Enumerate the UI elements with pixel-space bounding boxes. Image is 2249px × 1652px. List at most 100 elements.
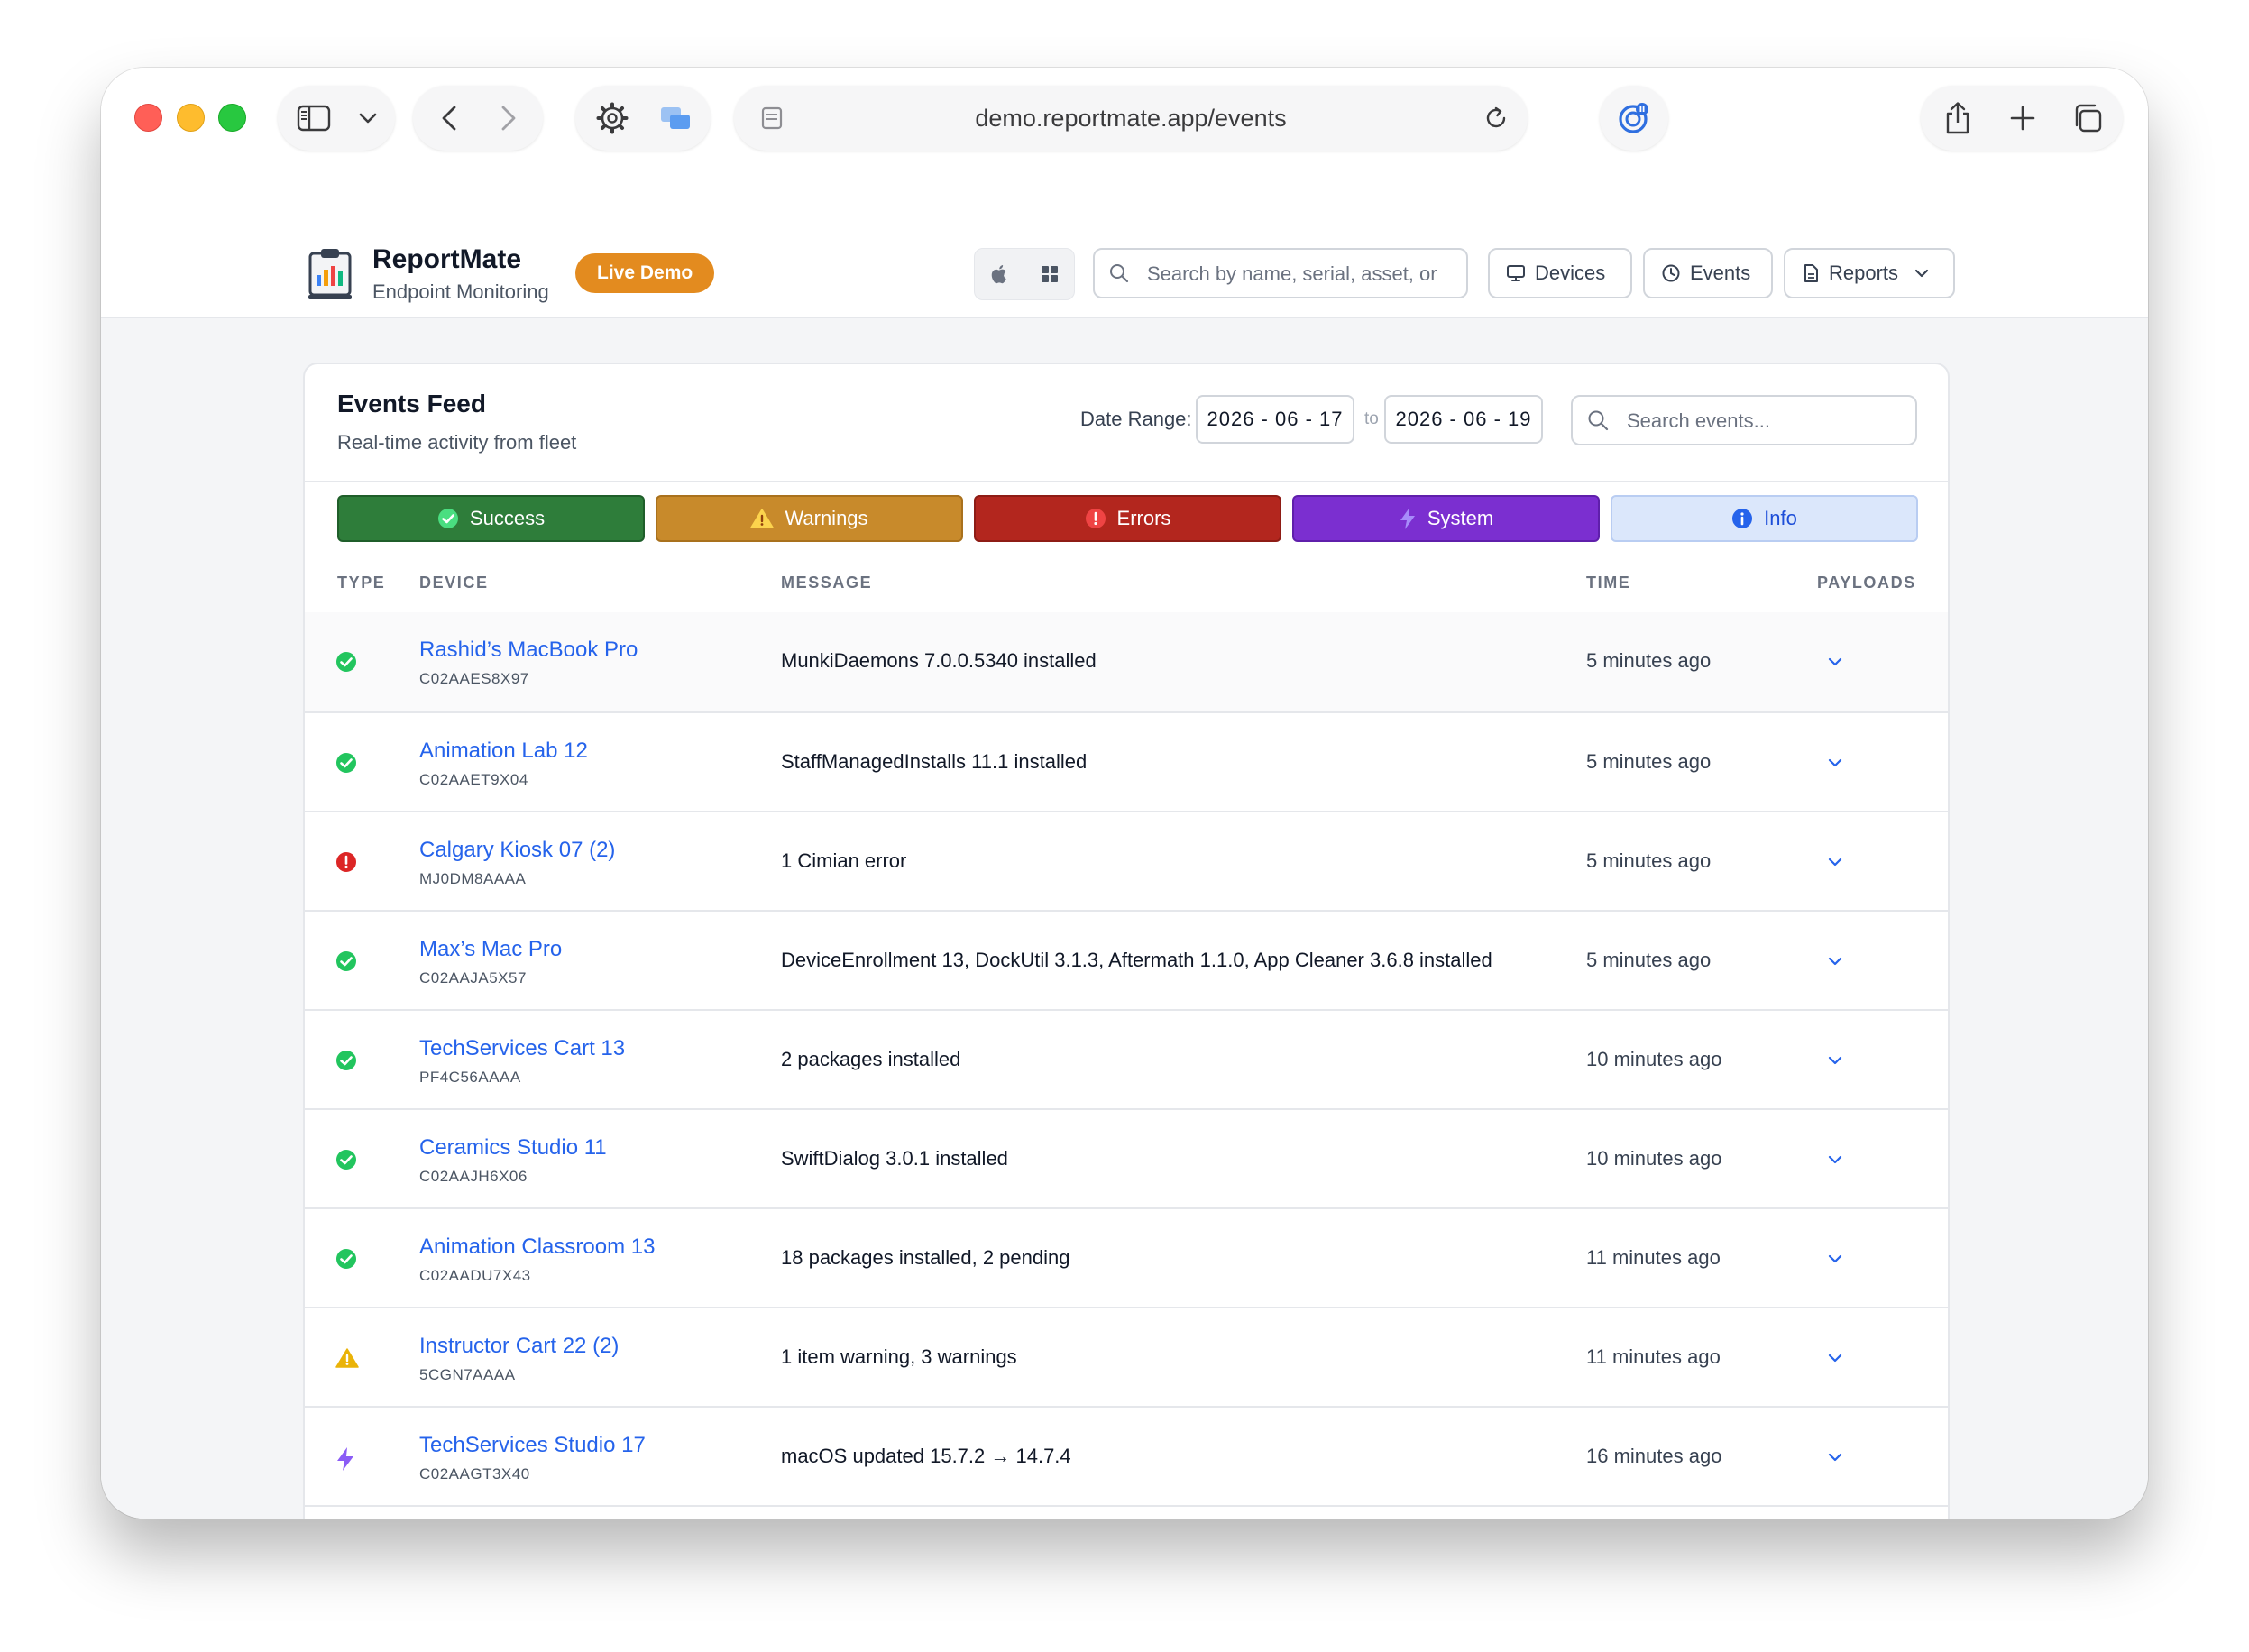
device-serial: C02AADU7X43 <box>419 1267 531 1284</box>
expand-payload-chevron-icon[interactable] <box>1825 1447 1845 1467</box>
check-circle-icon <box>437 509 458 528</box>
share-button[interactable] <box>1926 86 1989 151</box>
device-link[interactable]: Instructor Cart 22 (2) <box>419 1334 619 1359</box>
info-circle-icon <box>1732 509 1753 528</box>
date-range-label: Date Range: <box>1080 408 1192 430</box>
expand-payload-chevron-icon[interactable] <box>1825 1150 1845 1170</box>
expand-payload-chevron-icon[interactable] <box>1825 951 1845 971</box>
reload-button[interactable] <box>1473 86 1519 151</box>
url-text[interactable]: demo.reportmate.app/events <box>734 86 1528 151</box>
device-serial: C02AAGT3X40 <box>419 1465 530 1482</box>
table-row[interactable]: Animation Lab 12 C02AAET9X04 StaffManagedI… <box>305 711 1948 811</box>
settings-button[interactable] <box>583 86 642 151</box>
device-link[interactable]: TechServices Studio 17 <box>419 1433 646 1458</box>
reportmate-logo <box>307 246 353 302</box>
expand-payload-chevron-icon[interactable] <box>1825 1348 1845 1368</box>
event-time: 11 minutes ago <box>1586 1345 1721 1368</box>
expand-payload-chevron-icon[interactable] <box>1825 1051 1845 1070</box>
nav-events-button[interactable]: Events <box>1643 248 1773 298</box>
nav-events-label: Events <box>1690 262 1751 284</box>
event-message: MunkiDaemons 7.0.0.5340 installed <box>781 649 1097 672</box>
table-header <box>305 555 1948 612</box>
tab-groups-dropdown[interactable] <box>348 86 388 151</box>
device-serial: PF4C56AAAA <box>419 1069 521 1086</box>
device-link[interactable]: Ceramics Studio 11 <box>419 1135 607 1161</box>
screen-mirror-button[interactable] <box>646 86 705 151</box>
event-message: SwiftDialog 3.0.1 installed <box>781 1147 1008 1170</box>
nav-reports-dropdown[interactable]: Reports <box>1784 248 1955 298</box>
column-time: TIME <box>1586 574 1631 592</box>
filter-errors-label: Errors <box>1116 507 1171 529</box>
warning-triangle-icon <box>335 1347 359 1369</box>
table-row[interactable]: Max’s Mac Pro C02AAJA5X57 DeviceEnrollment… <box>305 910 1948 1009</box>
address-bar[interactable]: demo.reportmate.app/events <box>734 86 1528 151</box>
device-serial: C02AAET9X04 <box>419 771 528 788</box>
filter-success-button[interactable]: Success <box>337 495 645 542</box>
filter-warnings-button[interactable]: Warnings <box>656 495 963 542</box>
table-row[interactable]: TechServices Cart 13 PF4C56AAAA 2 packages… <box>305 1009 1948 1108</box>
column-message: MESSAGE <box>781 574 873 592</box>
expand-payload-chevron-icon[interactable] <box>1825 652 1845 672</box>
app-name[interactable]: ReportMate <box>372 244 521 275</box>
device-serial: C02AAJH6X06 <box>419 1168 528 1185</box>
nav-reports-label: Reports <box>1829 262 1899 284</box>
filter-errors-button[interactable]: Errors <box>974 495 1281 542</box>
filter-system-button[interactable]: System <box>1292 495 1600 542</box>
platform-mac-button[interactable] <box>975 249 1024 299</box>
document-icon <box>1804 264 1818 282</box>
nav-devices-button[interactable]: Devices <box>1488 248 1632 298</box>
table-row[interactable]: Ceramics Studio 11 C02AAJH6X06 SwiftDialog… <box>305 1108 1948 1207</box>
chevron-down-icon <box>359 113 377 124</box>
table-row[interactable]: Instructor Cart 22 (2) 5CGN7AAAA 1 item wa… <box>305 1307 1948 1406</box>
sidebar-icon <box>297 105 331 132</box>
live-demo-badge: Live Demo <box>575 253 715 293</box>
chevron-right-icon <box>501 106 516 131</box>
table-row[interactable]: Rashid’s MacBook Pro C02AAES8X97 MunkiDaem… <box>305 612 1948 711</box>
event-time: 5 minutes ago <box>1586 649 1712 672</box>
date-to-separator: to <box>1364 409 1379 428</box>
global-search <box>1093 248 1468 298</box>
device-link[interactable]: Rashid’s MacBook Pro <box>419 638 638 663</box>
back-button[interactable] <box>420 86 478 151</box>
sidebar-controls <box>278 86 395 151</box>
device-serial: C02AAES8X97 <box>419 670 529 687</box>
table-row[interactable]: Luna’s MacBook Air (2)C02AACP5X4018 pack… <box>305 1505 1948 1519</box>
event-time: 16 minutes ago <box>1586 1445 1722 1467</box>
zoom-window-button[interactable] <box>218 104 246 132</box>
platform-windows-button[interactable] <box>1024 249 1074 299</box>
device-link[interactable]: TechServices Cart 13 <box>419 1036 625 1061</box>
event-message: macOS updated 15.7.2 → 14.7.4 <box>781 1445 1071 1467</box>
date-from-field[interactable]: 2026 - 06 - 17 <box>1196 395 1354 444</box>
expand-payload-chevron-icon[interactable] <box>1825 852 1845 872</box>
global-search-input[interactable] <box>1145 250 1460 298</box>
device-link[interactable]: Calgary Kiosk 07 (2) <box>419 838 615 863</box>
tab-overview-button[interactable] <box>2056 86 2119 151</box>
lightning-bolt-icon <box>1400 508 1415 529</box>
forward-button[interactable] <box>480 86 537 151</box>
expand-payload-chevron-icon[interactable] <box>1825 1249 1845 1269</box>
close-window-button[interactable] <box>134 104 162 132</box>
device-link[interactable]: Animation Lab 12 <box>419 739 588 764</box>
minimize-window-button[interactable] <box>177 104 205 132</box>
filter-info-button[interactable]: Info <box>1611 495 1918 542</box>
device-link[interactable]: Animation Classroom 13 <box>419 1234 655 1260</box>
history-controls <box>413 86 543 151</box>
events-search-input[interactable] <box>1625 397 1908 445</box>
extension-controls <box>575 86 711 151</box>
table-row[interactable]: TechServices Studio 17 C02AAGT3X40 macOS u… <box>305 1406 1948 1505</box>
success-check-icon <box>335 651 357 673</box>
browser-toolbar: demo.reportmate.app/events <box>101 68 2148 176</box>
event-time: 11 minutes ago <box>1586 1246 1721 1269</box>
plus-icon <box>2010 106 2035 131</box>
device-link[interactable]: Max’s Mac Pro <box>419 937 562 962</box>
share-icon <box>1946 102 1969 134</box>
date-to-field[interactable]: 2026 - 06 - 19 <box>1384 395 1543 444</box>
sidebar-toggle-button[interactable] <box>287 86 341 151</box>
table-row[interactable]: Animation Classroom 13 C02AADU7X43 18 pack… <box>305 1207 1948 1307</box>
extension-button[interactable] <box>1600 86 1668 151</box>
event-message: 1 Cimian error <box>781 849 907 872</box>
column-payloads: PAYLOADS <box>1817 574 1916 592</box>
new-tab-button[interactable] <box>1991 86 2054 151</box>
table-row[interactable]: Calgary Kiosk 07 (2) MJ0DM8AAAA 1 Cimian e… <box>305 811 1948 910</box>
expand-payload-chevron-icon[interactable] <box>1825 753 1845 773</box>
